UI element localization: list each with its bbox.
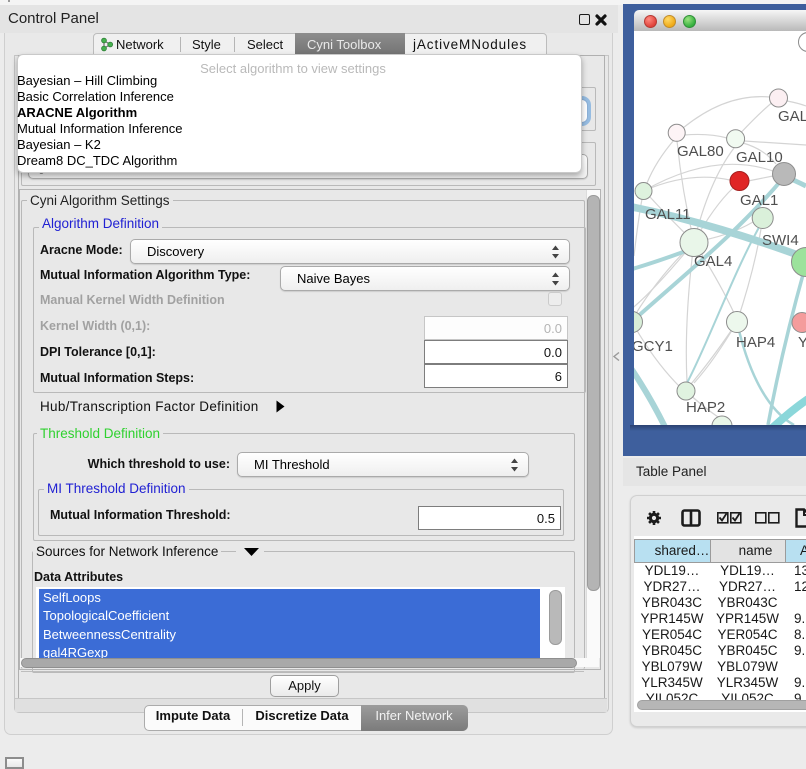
svg-text:GCY1: GCY1 bbox=[634, 338, 673, 355]
svg-text:GAL4: GAL4 bbox=[694, 253, 732, 270]
svg-text:GAL: GAL bbox=[778, 108, 806, 125]
svg-text:GAL10: GAL10 bbox=[736, 149, 783, 166]
svg-text:SWI4: SWI4 bbox=[762, 232, 799, 249]
svg-text:HAP4: HAP4 bbox=[736, 334, 775, 351]
svg-text:HAP2: HAP2 bbox=[686, 399, 725, 416]
svg-text:Y: Y bbox=[798, 334, 806, 351]
svg-text:GAL11: GAL11 bbox=[645, 206, 691, 223]
svg-text:GAL1: GAL1 bbox=[740, 192, 778, 209]
svg-text:GAL80: GAL80 bbox=[677, 143, 724, 160]
